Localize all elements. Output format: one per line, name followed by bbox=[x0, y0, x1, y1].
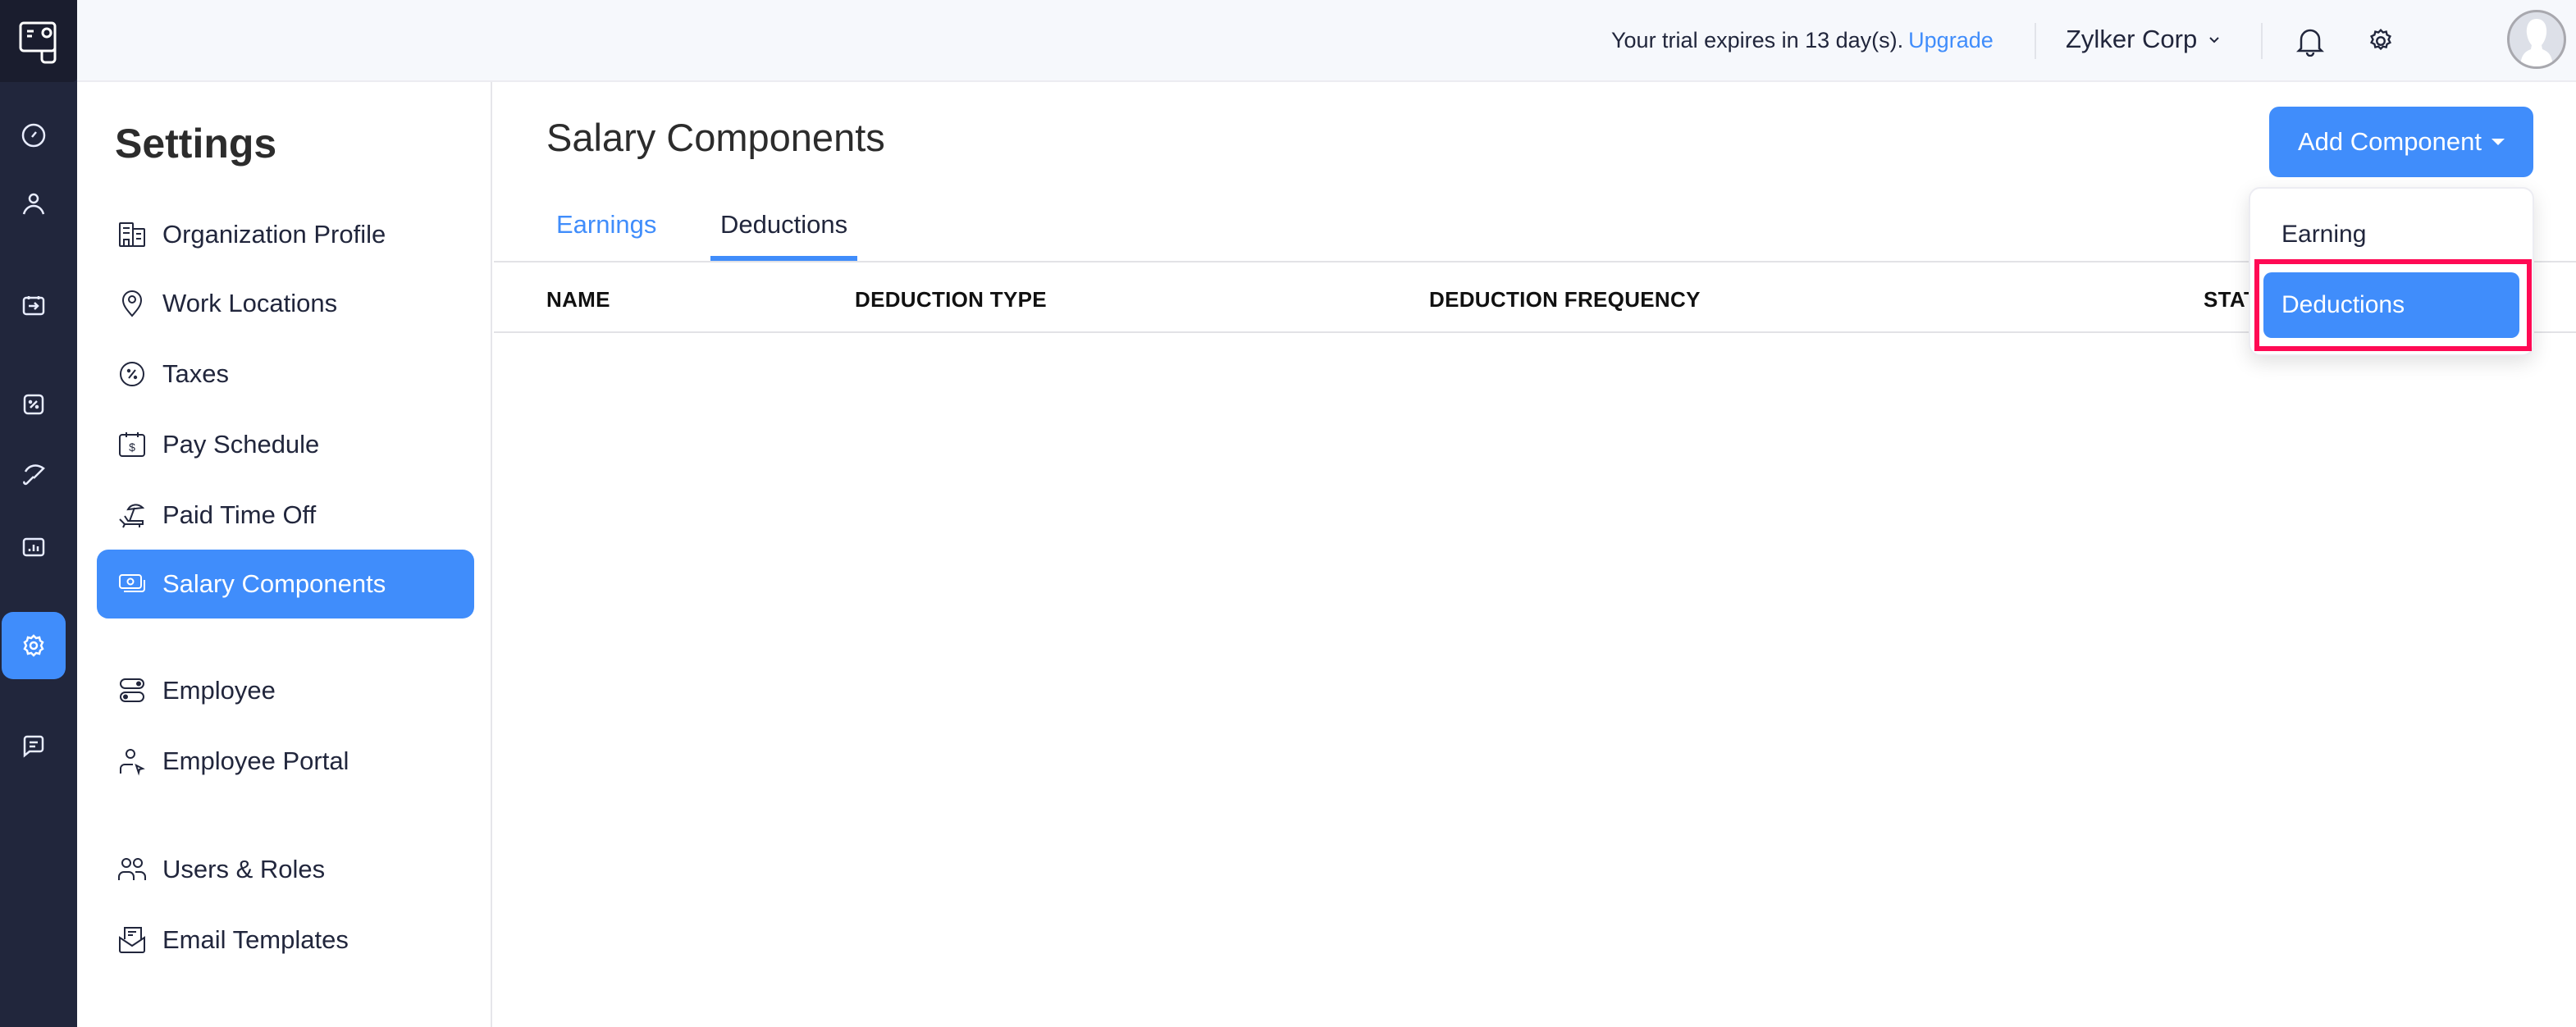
gear-icon bbox=[23, 634, 44, 657]
settings-item-label: Employee bbox=[162, 676, 276, 705]
avatar-silhouette-icon bbox=[2520, 19, 2553, 66]
umbrella-icon bbox=[23, 464, 45, 486]
person-icon bbox=[22, 193, 45, 215]
user-cursor-icon bbox=[115, 744, 149, 778]
column-header-name[interactable]: NAME bbox=[546, 287, 610, 313]
settings-item-organization-profile[interactable]: Organization Profile bbox=[97, 200, 474, 269]
org-switcher[interactable]: Zylker Corp bbox=[2066, 25, 2222, 54]
rail-feedback[interactable] bbox=[2, 712, 66, 779]
rail-settings[interactable] bbox=[2, 612, 66, 679]
tab-earnings[interactable]: Earnings bbox=[546, 210, 666, 261]
bell-icon bbox=[2296, 29, 2324, 57]
settings-item-salary-components[interactable]: Salary Components bbox=[97, 550, 474, 618]
money-icon bbox=[115, 567, 149, 601]
chevron-down-icon bbox=[2209, 37, 2219, 43]
rail-pay-runs[interactable] bbox=[2, 272, 66, 340]
toggles-icon bbox=[115, 673, 149, 708]
rail-taxes[interactable] bbox=[2, 371, 66, 438]
svg-text:$: $ bbox=[129, 440, 135, 454]
settings-item-employee[interactable]: Employee bbox=[97, 656, 474, 725]
settings-item-taxes[interactable]: Taxes bbox=[97, 340, 474, 409]
gauge-icon bbox=[21, 123, 46, 148]
upgrade-link[interactable]: Upgrade bbox=[1908, 28, 1994, 52]
trial-text: Your trial expires in 13 day(s). bbox=[1611, 28, 1904, 52]
settings-item-pay-schedule[interactable]: $ Pay Schedule bbox=[97, 410, 474, 479]
settings-title: Settings bbox=[115, 121, 277, 167]
user-avatar[interactable] bbox=[2507, 10, 2566, 69]
settings-sidebar: Settings Organization Profile Work Locat… bbox=[77, 82, 492, 1027]
beach-chair-icon bbox=[115, 498, 149, 532]
settings-item-users-roles[interactable]: Users & Roles bbox=[97, 835, 474, 904]
bar-chart-icon bbox=[22, 537, 45, 557]
location-pin-icon bbox=[115, 286, 149, 321]
settings-item-label: Salary Components bbox=[162, 569, 386, 598]
header-divider bbox=[2261, 23, 2263, 59]
settings-button[interactable] bbox=[2363, 23, 2399, 59]
rail-dashboard[interactable] bbox=[2, 102, 66, 169]
top-header: Your trial expires in 13 day(s). Upgrade … bbox=[77, 0, 2576, 82]
rail-reports[interactable] bbox=[2, 514, 66, 581]
settings-item-label: Work Locations bbox=[162, 289, 338, 317]
caret-down-icon bbox=[2492, 139, 2505, 145]
settings-item-label: Employee Portal bbox=[162, 746, 349, 775]
add-component-button[interactable]: Add Component bbox=[2269, 107, 2533, 177]
payroll-logo-icon bbox=[19, 21, 57, 64]
app-rail bbox=[0, 0, 77, 1027]
email-open-icon bbox=[115, 923, 149, 957]
settings-item-work-locations[interactable]: Work Locations bbox=[97, 269, 474, 338]
add-component-menu: Earning Deductions bbox=[2249, 187, 2534, 356]
settings-item-paid-time-off[interactable]: Paid Time Off bbox=[97, 481, 474, 550]
settings-item-label: Organization Profile bbox=[162, 220, 386, 249]
settings-item-label: Paid Time Off bbox=[162, 500, 317, 529]
org-name: Zylker Corp bbox=[2066, 25, 2198, 53]
menu-item-earning[interactable]: Earning bbox=[2263, 202, 2519, 267]
add-component-label: Add Component bbox=[2297, 127, 2482, 156]
settings-item-email-templates[interactable]: Email Templates bbox=[97, 906, 474, 975]
users-icon bbox=[115, 852, 149, 887]
settings-item-label: Users & Roles bbox=[162, 855, 326, 883]
tab-deductions[interactable]: Deductions bbox=[710, 210, 858, 261]
settings-item-label: Pay Schedule bbox=[162, 430, 320, 459]
calendar-arrow-icon bbox=[22, 296, 45, 316]
notifications-button[interactable] bbox=[2292, 23, 2328, 59]
header-divider bbox=[2035, 23, 2036, 59]
gear-icon bbox=[2370, 29, 2391, 51]
percent-icon bbox=[23, 394, 44, 415]
building-icon bbox=[115, 217, 149, 252]
column-header-deduction-frequency[interactable]: DEDUCTION FREQUENCY bbox=[1429, 287, 1701, 313]
rail-benefits[interactable] bbox=[2, 440, 66, 507]
settings-item-label: Email Templates bbox=[162, 925, 349, 954]
column-header-deduction-type[interactable]: DEDUCTION TYPE bbox=[855, 287, 1047, 313]
calendar-dollar-icon: $ bbox=[115, 427, 149, 462]
percent-badge-icon bbox=[115, 357, 149, 391]
settings-item-label: Taxes bbox=[162, 359, 229, 388]
trial-notice: Your trial expires in 13 day(s). Upgrade bbox=[1611, 28, 1994, 53]
menu-item-deductions[interactable]: Deductions bbox=[2263, 272, 2519, 338]
page-title: Salary Components bbox=[546, 116, 885, 159]
app-logo[interactable] bbox=[0, 0, 77, 82]
settings-item-employee-portal[interactable]: Employee Portal bbox=[97, 727, 474, 796]
rail-employees[interactable] bbox=[2, 171, 66, 238]
chat-icon bbox=[23, 735, 44, 758]
